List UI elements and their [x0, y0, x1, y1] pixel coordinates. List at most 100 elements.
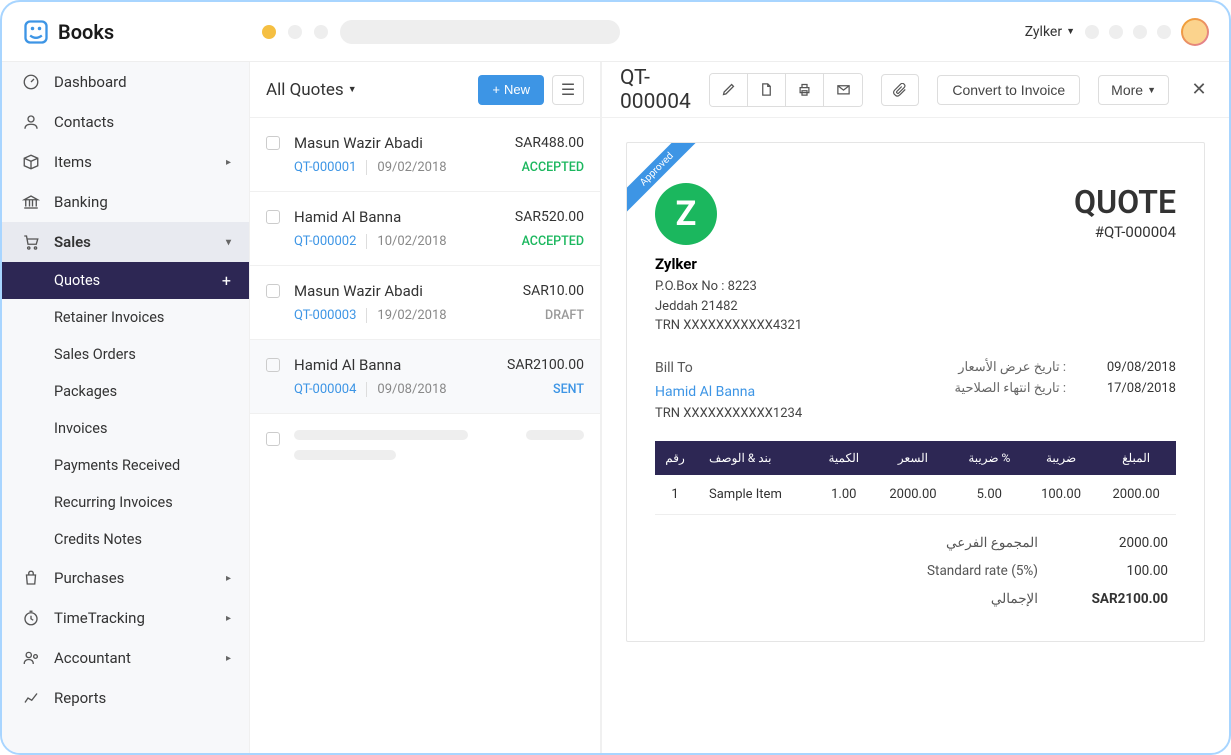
- menu-icon: ☰: [561, 80, 575, 100]
- close-icon: ✕: [1191, 79, 1206, 100]
- top-action-icon[interactable]: [1157, 25, 1171, 39]
- invoice-card: Approved Z Zylker P.O.Box No : 8223 Jedd…: [626, 142, 1205, 642]
- quote-row[interactable]: Masun Wazir Abadi SAR10.00 QT-000003 19/…: [250, 266, 600, 340]
- pdf-button[interactable]: [748, 74, 786, 106]
- action-icon-group: [709, 73, 863, 107]
- table-cell: 5.00: [953, 475, 1026, 515]
- top-center: [242, 20, 1025, 44]
- quote-number: QT-000003: [294, 308, 356, 323]
- org-pobox: P.O.Box No : 8223: [655, 277, 757, 297]
- checkbox[interactable]: [266, 358, 280, 372]
- org-switcher[interactable]: Zylker ▼: [1025, 24, 1075, 40]
- sidebar-item-items[interactable]: Items ▸: [2, 142, 249, 182]
- attach-button[interactable]: [881, 74, 919, 106]
- chevron-down-icon: ▾: [226, 237, 231, 248]
- date-value: 09/08/2018: [1096, 360, 1176, 375]
- plus-icon[interactable]: +: [222, 271, 231, 290]
- quote-status: ACCEPTED: [522, 234, 584, 249]
- avatar[interactable]: [1181, 18, 1209, 46]
- sidebar-sub-invoices[interactable]: Invoices: [2, 410, 249, 447]
- checkbox[interactable]: [266, 284, 280, 298]
- print-button[interactable]: [786, 74, 824, 106]
- status-ribbon: Approved: [627, 143, 707, 223]
- chevron-down-icon: ▼: [1147, 85, 1156, 95]
- total-label: الإجمالي: [991, 591, 1038, 607]
- window-dot-icon: [262, 25, 276, 39]
- table-header: ضریبة: [1026, 441, 1096, 475]
- table-cell: 2000.00: [873, 475, 953, 515]
- chevron-right-icon: ▸: [226, 573, 231, 584]
- app-logo-icon: [22, 18, 50, 46]
- table-header: السعر: [873, 441, 953, 475]
- sidebar-sub-sales-orders[interactable]: Sales Orders: [2, 336, 249, 373]
- list-menu-button[interactable]: ☰: [552, 75, 584, 105]
- sidebar-item-timetracking[interactable]: TimeTracking ▸: [2, 598, 249, 638]
- nav-label: Accountant: [54, 649, 131, 667]
- sidebar-item-sales[interactable]: Sales ▾: [2, 222, 249, 262]
- quote-row[interactable]: Masun Wazir Abadi SAR488.00 QT-000001 09…: [250, 118, 600, 192]
- table-header: الكمية: [814, 441, 873, 475]
- sidebar-sub-quotes[interactable]: Quotes +: [2, 262, 249, 299]
- close-button[interactable]: ✕: [1187, 78, 1211, 102]
- search-input[interactable]: [340, 20, 620, 44]
- quote-date: 10/02/2018: [366, 234, 446, 249]
- convert-button[interactable]: Convert to Invoice: [937, 75, 1080, 105]
- list-header: All Quotes ▼ + New ☰: [250, 62, 600, 118]
- new-button[interactable]: + New: [478, 75, 544, 105]
- sidebar-item-dashboard[interactable]: Dashboard: [2, 62, 249, 102]
- edit-button[interactable]: [710, 74, 748, 106]
- total-value: 100.00: [1078, 563, 1168, 579]
- chevron-right-icon: ▸: [226, 613, 231, 624]
- checkbox[interactable]: [266, 136, 280, 150]
- sidebar-item-banking[interactable]: Banking: [2, 182, 249, 222]
- checkbox[interactable]: [266, 210, 280, 224]
- more-button[interactable]: More ▼: [1098, 75, 1169, 105]
- sidebar-sub-credits[interactable]: Credits Notes: [2, 521, 249, 558]
- checkbox: [266, 432, 280, 446]
- chevron-right-icon: ▸: [226, 653, 231, 664]
- sidebar-item-accountant[interactable]: Accountant ▸: [2, 638, 249, 678]
- org-city: Jeddah 21482: [655, 297, 738, 317]
- detail-header: QT-000004 Convert to Invoice More ▼ ✕: [602, 62, 1229, 118]
- total-label: المجموع الفرعي: [946, 535, 1038, 551]
- top-action-icon[interactable]: [1133, 25, 1147, 39]
- window-dot-icon: [288, 25, 302, 39]
- doc-header: QUOTE #QT-000004: [1074, 183, 1176, 241]
- chevron-down-icon: ▼: [1066, 26, 1075, 37]
- nav-label: Items: [54, 153, 92, 171]
- sidebar-sub-retainer[interactable]: Retainer Invoices: [2, 299, 249, 336]
- table-header: بند & الوصف: [695, 441, 814, 475]
- table-cell: 100.00: [1026, 475, 1096, 515]
- quote-date: 19/02/2018: [366, 308, 446, 323]
- quote-date: 09/02/2018: [366, 160, 446, 175]
- quote-number: QT-000002: [294, 234, 356, 249]
- paperclip-icon: [893, 83, 907, 97]
- doc-type: QUOTE: [1074, 183, 1176, 221]
- detail-title: QT-000004: [620, 66, 691, 114]
- pencil-icon: [721, 82, 736, 97]
- quote-row[interactable]: Hamid Al Banna SAR2100.00 QT-000004 09/0…: [250, 340, 600, 414]
- quote-amount: SAR2100.00: [507, 357, 584, 373]
- date-label: تاريخ انتهاء الصلاحية :: [955, 381, 1066, 396]
- ribbon-label: Approved: [627, 143, 705, 218]
- table-cell: 1.00: [814, 475, 873, 515]
- items-table: رقمبند & الوصفالكميةالسعرضریبة %ضریبةالم…: [655, 441, 1176, 515]
- sidebar-item-contacts[interactable]: Contacts: [2, 102, 249, 142]
- quote-status: ACCEPTED: [522, 160, 584, 175]
- sidebar-sub-payments[interactable]: Payments Received: [2, 447, 249, 484]
- customer-name[interactable]: Hamid Al Banna: [655, 384, 802, 400]
- sidebar-sub-packages[interactable]: Packages: [2, 373, 249, 410]
- sidebar-item-purchases[interactable]: Purchases ▸: [2, 558, 249, 598]
- quote-row[interactable]: Hamid Al Banna SAR520.00 QT-000002 10/02…: [250, 192, 600, 266]
- table-cell: Sample Item: [695, 475, 814, 515]
- top-action-icon[interactable]: [1109, 25, 1123, 39]
- email-button[interactable]: [824, 74, 862, 106]
- list-title-dropdown[interactable]: All Quotes ▼: [266, 80, 357, 100]
- sidebar-item-reports[interactable]: Reports: [2, 678, 249, 718]
- sidebar-sub-recurring[interactable]: Recurring Invoices: [2, 484, 249, 521]
- quote-number: QT-000004: [294, 382, 356, 397]
- top-action-icon[interactable]: [1085, 25, 1099, 39]
- table-header: المبلغ: [1096, 441, 1176, 475]
- nav-label: Dashboard: [54, 73, 127, 91]
- items-icon: [22, 153, 40, 171]
